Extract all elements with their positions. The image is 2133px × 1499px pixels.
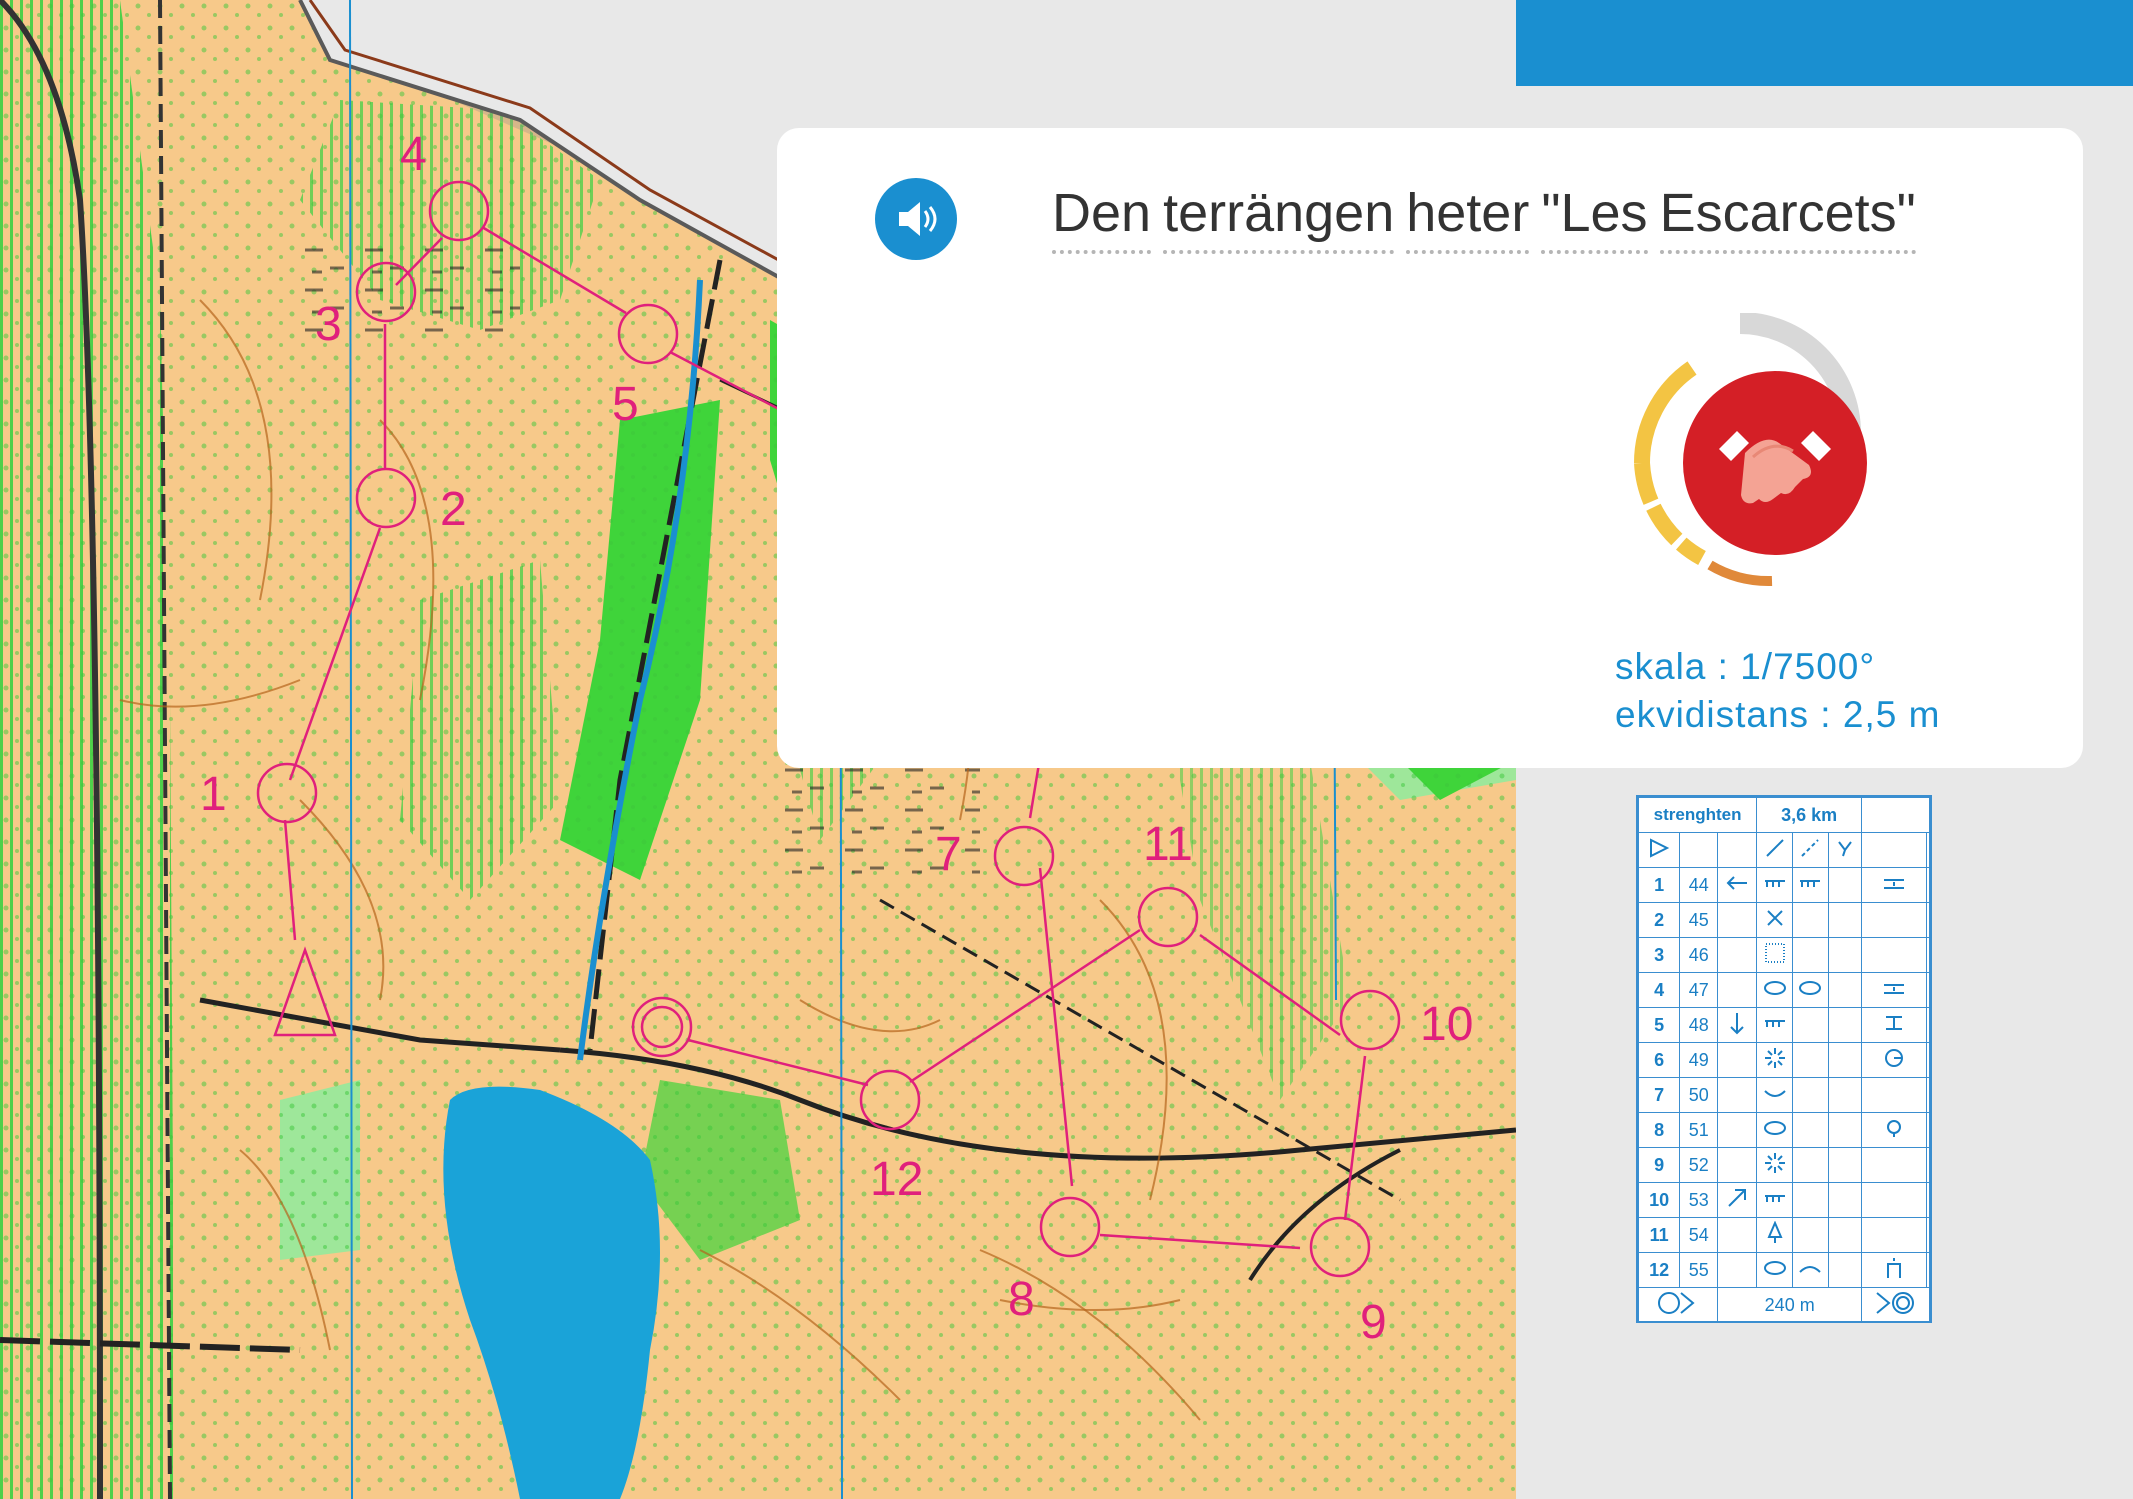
phrase-word[interactable]: heter (1406, 182, 1530, 254)
svg-text:4: 4 (400, 128, 427, 181)
boulder-icon (1756, 1112, 1794, 1148)
svg-text:3: 3 (315, 298, 342, 351)
control-description-sheet: strenghten 3,6 km 1 44 2 45 3 46 4 47 5 48 64… (1636, 795, 1932, 1323)
slash-icon (1756, 832, 1794, 868)
speaker-button[interactable] (875, 178, 957, 260)
course-length: 3,6 km (1756, 797, 1863, 833)
dashed-slash-icon (1792, 832, 1829, 868)
phrase-text: Den terrängen heter "Les Escarcets" (1052, 182, 1928, 254)
finish-start-icon (1637, 1287, 1719, 1323)
cliff-icon (1756, 867, 1794, 903)
foot-icon (1861, 867, 1928, 903)
small-depression-icon (1792, 1252, 1829, 1288)
tree-icon (1756, 1217, 1794, 1253)
cliff-icon (1756, 1007, 1794, 1043)
question-card: Den terrängen heter "Les Escarcets" skala : … (777, 128, 2083, 768)
boulder-icon (1792, 972, 1829, 1008)
boulder-icon (1756, 1252, 1794, 1288)
rocky-ground-icon (1756, 1147, 1794, 1183)
phrase-word[interactable]: Escarcets" (1659, 182, 1916, 254)
svg-text:8: 8 (1008, 1273, 1035, 1326)
contour-label: ekvidistans : 2,5 m (1615, 694, 1941, 735)
map-info: skala : 1/7500° ekvidistans : 2,5 m (1615, 643, 1940, 739)
svg-text:11: 11 (1143, 818, 1193, 871)
phrase-word[interactable]: terrängen (1163, 182, 1395, 254)
boulder-icon (1756, 972, 1794, 1008)
course-name: strenghten (1637, 797, 1758, 833)
svg-text:9: 9 (1360, 1296, 1387, 1349)
progress-gauge (1633, 313, 1867, 587)
svg-text:12: 12 (870, 1153, 923, 1206)
fork-icon (1827, 832, 1863, 868)
finish-icon (1861, 1287, 1930, 1323)
start-triangle-icon (1637, 832, 1681, 868)
foot-icon (1861, 972, 1928, 1008)
cliff-icon (1756, 1182, 1794, 1218)
phrase-word[interactable]: "Les (1541, 182, 1648, 254)
crossing-icon (1756, 902, 1794, 938)
speaker-icon (899, 202, 937, 236)
svg-text:5: 5 (612, 378, 639, 431)
finish-distance: 240 m (1717, 1287, 1863, 1323)
rocky-ground-icon (1756, 1042, 1794, 1078)
svg-text:7: 7 (935, 828, 962, 881)
cliff-icon (1792, 867, 1829, 903)
depression-icon (1756, 1077, 1794, 1113)
svg-text:1: 1 (200, 768, 227, 821)
top-icon (1861, 1007, 1928, 1043)
arrow-down-icon (1717, 1007, 1758, 1043)
phrase-word[interactable]: Den (1052, 182, 1152, 254)
svg-text:10: 10 (1420, 998, 1473, 1051)
arrow-up-right-icon (1717, 1182, 1758, 1218)
part-icon (1861, 1042, 1928, 1078)
scale-label: skala : 1/7500° (1615, 646, 1876, 687)
thicket-icon (1756, 937, 1794, 973)
foot-round-icon (1861, 1112, 1928, 1148)
arrow-left-icon (1717, 867, 1758, 903)
refreshment-icon (1861, 1252, 1928, 1288)
svg-text:2: 2 (440, 483, 467, 536)
